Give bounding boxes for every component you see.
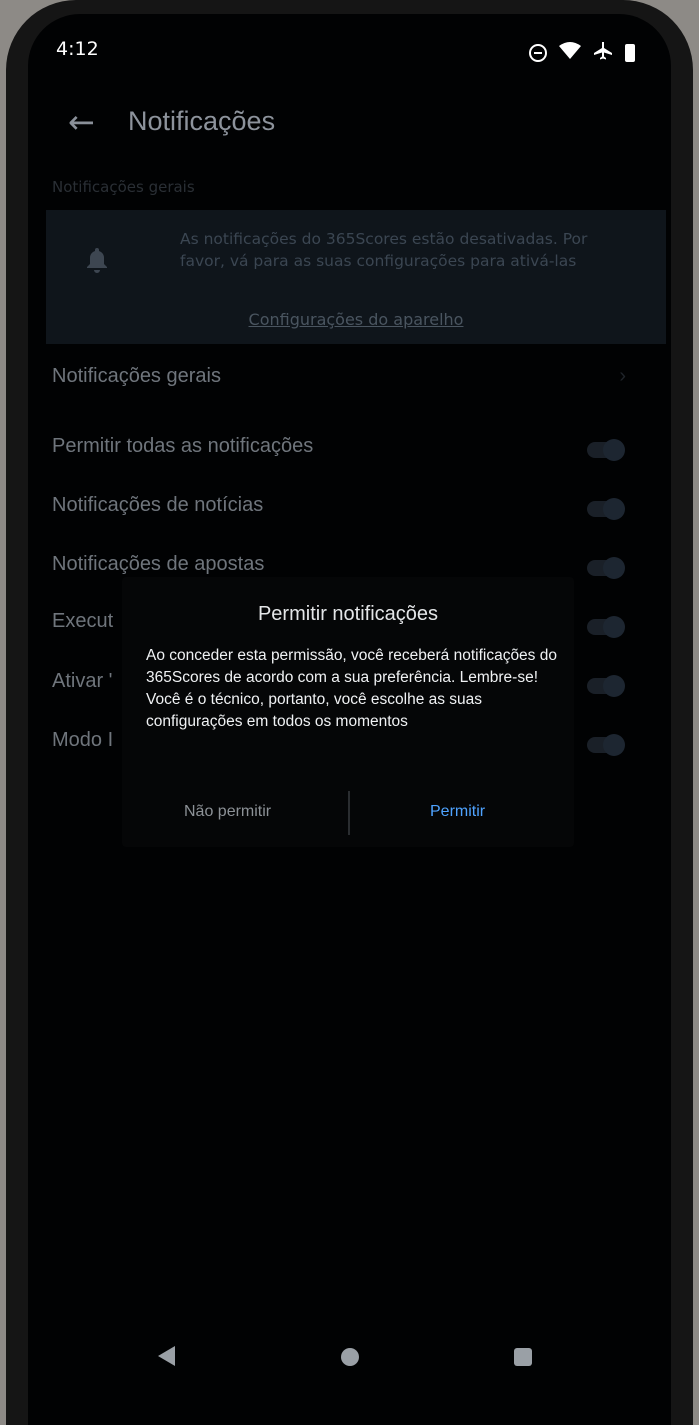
page-title: Notificações: [128, 106, 276, 136]
device-settings-link[interactable]: Configurações do aparelho: [46, 310, 666, 329]
section-header: Notificações gerais: [52, 178, 195, 196]
row6-toggle[interactable]: [587, 675, 625, 697]
settings-row-allow-all: Permitir todas as notificações: [52, 435, 313, 458]
bell-muted-icon: [84, 246, 110, 274]
settings-row-label: Execut: [52, 610, 114, 632]
settings-row-6: Ativar ': [52, 670, 113, 693]
settings-row-label: Notificações de apostas: [52, 553, 265, 575]
settings-row-bets: Notificações de apostas: [52, 553, 264, 576]
phone-frame: 4:12 ← Notificações Notificações gerais: [6, 0, 693, 1425]
permission-dialog: Permitir notificações Ao conceder esta p…: [122, 577, 574, 847]
settings-row-label: Notificações de notícias: [52, 494, 264, 516]
settings-row-5: Execut: [52, 610, 113, 633]
dialog-button-divider: [348, 791, 350, 835]
settings-row-7: Modo I: [52, 729, 113, 752]
nav-recents-icon[interactable]: [514, 1348, 532, 1366]
dialog-title: Permitir notificações: [257, 603, 439, 625]
settings-row-label: Notificações gerais: [52, 365, 221, 387]
settings-row-label: Modo I: [52, 729, 114, 751]
news-toggle[interactable]: [587, 498, 625, 520]
settings-row-label: Permitir todas as notificações: [52, 435, 314, 457]
settings-row-label: Ativar ': [52, 670, 113, 692]
settings-row-news: Notificações de notícias: [52, 494, 263, 517]
allow-all-toggle[interactable]: [587, 439, 625, 461]
allow-button[interactable]: Permitir: [430, 803, 485, 821]
banner-message: As notificações do 365Scores estão desat…: [180, 230, 588, 270]
nav-home-icon[interactable]: [341, 1348, 359, 1366]
deny-button[interactable]: Não permitir: [184, 803, 271, 821]
chevron-right-icon: ›: [619, 365, 626, 387]
notifications-disabled-banner: As notificações do 365Scores estão desat…: [46, 210, 666, 344]
settings-row-general[interactable]: Notificações gerais ›: [52, 365, 652, 388]
bets-toggle[interactable]: [587, 557, 625, 579]
row7-toggle[interactable]: [587, 734, 625, 756]
back-arrow-icon[interactable]: ←: [68, 102, 95, 142]
app-bar: ← Notificações: [28, 102, 671, 146]
nav-back-icon[interactable]: [158, 1346, 175, 1366]
dialog-message: Ao conceder esta permissão, você receber…: [146, 647, 557, 730]
screen: 4:12 ← Notificações Notificações gerais: [28, 14, 671, 1425]
row5-toggle[interactable]: [587, 616, 625, 638]
